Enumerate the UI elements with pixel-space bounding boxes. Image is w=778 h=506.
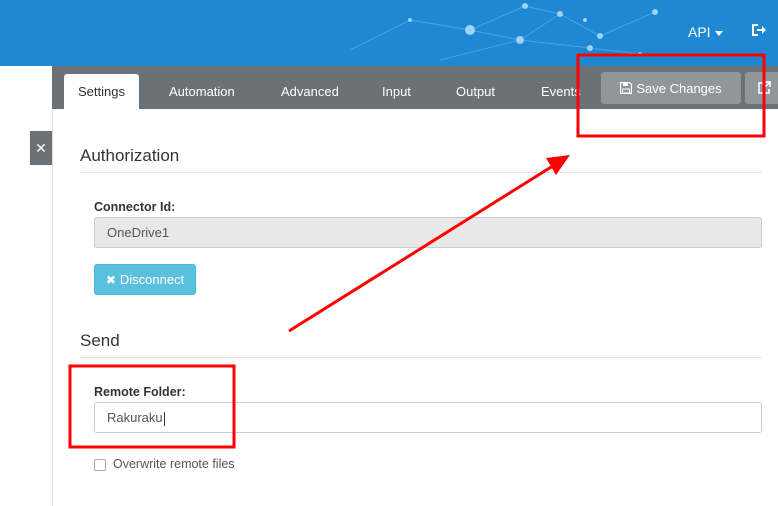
- tab-label: Settings: [78, 84, 125, 99]
- remote-folder-label: Remote Folder:: [94, 385, 186, 399]
- tab-settings[interactable]: Settings: [64, 74, 139, 109]
- text-cursor: [163, 411, 165, 426]
- network-background-graphic: [349, 3, 658, 61]
- divider: [80, 357, 762, 358]
- tab-label: Automation: [169, 84, 235, 99]
- sign-out-icon[interactable]: [751, 22, 767, 40]
- tab-input[interactable]: Input: [368, 74, 425, 109]
- divider: [80, 172, 762, 173]
- popout-button[interactable]: [745, 72, 778, 104]
- remote-folder-value: Rakuraku: [107, 410, 163, 425]
- tab-label: Input: [382, 84, 411, 99]
- tab-label: Events: [541, 84, 581, 99]
- tab-advanced[interactable]: Advanced: [267, 74, 353, 109]
- connector-id-label: Connector Id:: [94, 200, 176, 214]
- tab-label: Advanced: [281, 84, 339, 99]
- remote-folder-input[interactable]: Rakuraku: [94, 402, 762, 433]
- times-icon: ✖: [105, 272, 116, 287]
- tab-automation[interactable]: Automation: [155, 74, 249, 109]
- save-changes-label: Save Changes: [636, 80, 722, 96]
- top-header: API: [0, 0, 778, 66]
- disconnect-label: Disconnect: [119, 272, 185, 287]
- close-icon[interactable]: ✕: [30, 131, 52, 165]
- floppy-disk-icon: [620, 82, 633, 94]
- api-menu[interactable]: API: [688, 24, 723, 40]
- tab-output[interactable]: Output: [442, 74, 509, 109]
- connector-id-value: OneDrive1: [107, 225, 170, 240]
- authorization-heading: Authorization: [80, 146, 180, 165]
- external-link-icon: [758, 81, 771, 94]
- tab-events[interactable]: Events: [527, 74, 595, 109]
- overwrite-remote-files-checkbox[interactable]: [94, 459, 106, 471]
- disconnect-button[interactable]: ✖ Disconnect: [94, 264, 196, 295]
- overwrite-remote-files-label[interactable]: Overwrite remote files: [113, 457, 235, 471]
- tab-label: Output: [456, 84, 496, 99]
- save-changes-button[interactable]: Save Changes: [601, 72, 741, 104]
- caret-down-icon: [714, 30, 723, 36]
- content-left-border: [52, 66, 53, 506]
- send-heading: Send: [80, 331, 120, 350]
- api-menu-label: API: [688, 24, 711, 40]
- connector-id-field: OneDrive1: [94, 217, 762, 248]
